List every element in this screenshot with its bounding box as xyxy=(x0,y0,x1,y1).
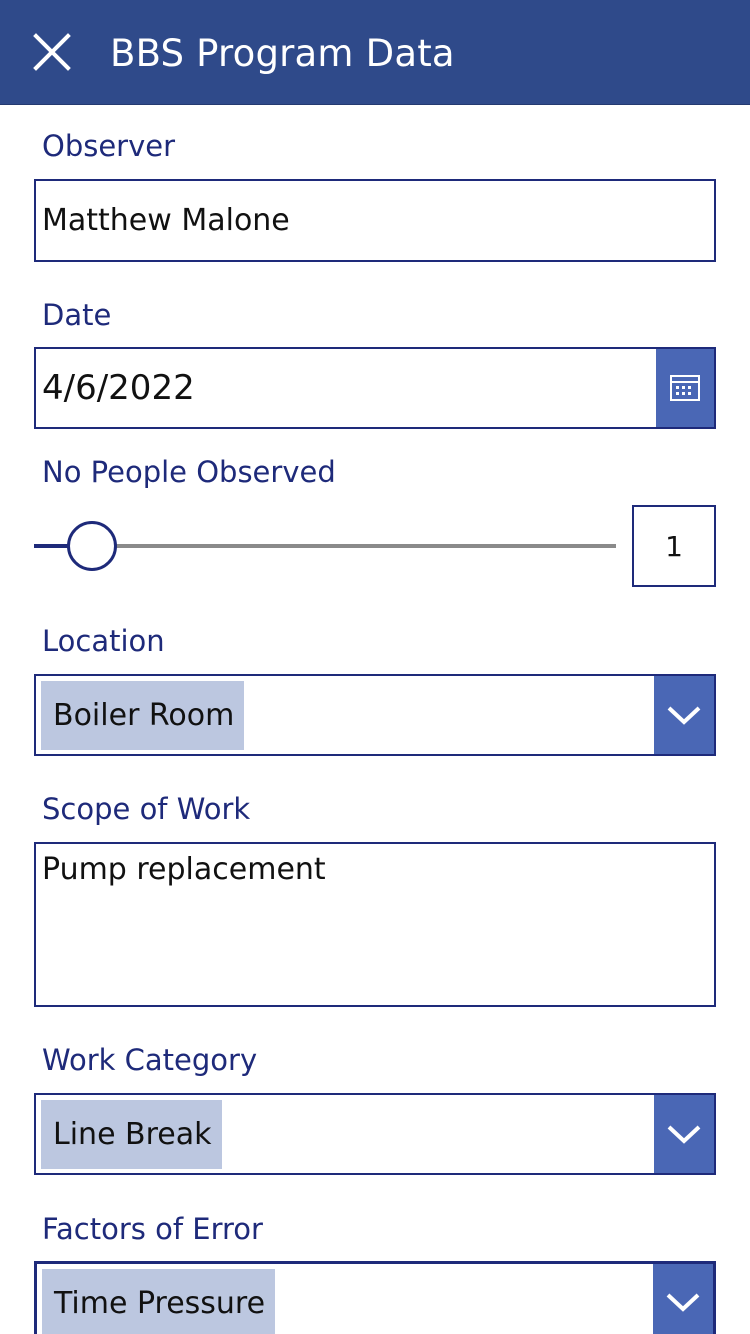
slider-thumb[interactable] xyxy=(67,521,117,571)
people-label: No People Observed xyxy=(42,455,336,489)
location-label: Location xyxy=(42,624,165,658)
observer-label: Observer xyxy=(42,129,176,163)
location-selected-chip[interactable]: Boiler Room xyxy=(41,681,245,750)
factors-dropdown-button[interactable] xyxy=(653,1264,713,1334)
observer-input[interactable] xyxy=(36,181,714,260)
calendar-button[interactable] xyxy=(656,349,714,427)
location-combobox[interactable]: Boiler Room xyxy=(34,674,716,756)
location-dropdown-button[interactable] xyxy=(654,676,714,754)
close-icon xyxy=(33,33,71,71)
chevron-down-icon xyxy=(666,1293,700,1312)
date-picker[interactable]: 4/6/2022 xyxy=(34,347,716,429)
observer-field-box xyxy=(34,179,716,262)
scope-label: Scope of Work xyxy=(42,792,251,826)
slider-track xyxy=(92,544,616,548)
bbs-form-screen: BBS Program Data Observer Date 4/6/2022 … xyxy=(0,0,750,1334)
scope-field-box: Pump replacement xyxy=(34,842,716,1007)
chevron-down-icon xyxy=(667,1125,701,1144)
factors-combobox[interactable]: Time Pressure xyxy=(34,1261,716,1334)
factors-label: Factors of Error xyxy=(42,1212,263,1246)
date-value: 4/6/2022 xyxy=(42,368,195,408)
calendar-icon xyxy=(670,375,700,401)
page-title: BBS Program Data xyxy=(110,32,455,75)
close-button[interactable] xyxy=(26,26,78,78)
category-selected-chip[interactable]: Line Break xyxy=(41,1100,222,1169)
category-label: Work Category xyxy=(42,1043,258,1077)
date-label: Date xyxy=(42,298,112,332)
scope-textarea[interactable]: Pump replacement xyxy=(36,844,714,1005)
app-header: BBS Program Data xyxy=(0,0,750,105)
category-combobox[interactable]: Line Break xyxy=(34,1093,716,1175)
people-slider[interactable] xyxy=(34,518,616,574)
category-dropdown-button[interactable] xyxy=(654,1095,714,1173)
chevron-down-icon xyxy=(667,706,701,725)
factors-selected-chip[interactable]: Time Pressure xyxy=(42,1269,276,1334)
people-count-input[interactable]: 1 xyxy=(632,505,716,587)
